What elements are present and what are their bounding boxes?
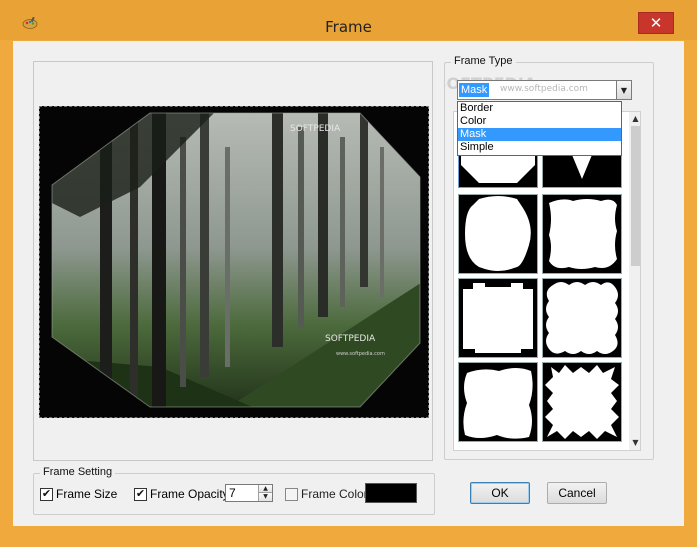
frame-size-check-box[interactable] — [40, 487, 53, 501]
frame-opacity-check-box[interactable] — [134, 487, 147, 501]
preview-image: SOFTPEDIA SOFTPEDIA www.softpedia.com — [39, 106, 429, 418]
opacity-spin-buttons: ▲ ▼ — [258, 485, 272, 501]
opacity-value[interactable]: 7 — [229, 486, 236, 500]
cancel-button[interactable]: Cancel — [547, 482, 607, 504]
close-button[interactable]: ✕ — [638, 12, 674, 34]
frame-opacity-checkbox[interactable]: Frame Opacity — [134, 487, 229, 501]
frame-size-checkbox[interactable]: Frame Size — [40, 487, 117, 501]
dialog-client-area: SOFTPEDIA SOFTPEDIA www.softpedia.com Fr… — [13, 41, 684, 526]
frame-type-dropdown-button[interactable]: ▼ — [616, 80, 632, 100]
frame-color-swatch[interactable] — [365, 483, 417, 503]
mask-thumbnail[interactable] — [542, 278, 622, 358]
thumbnail-scrollbar[interactable]: ▲ ▼ — [629, 112, 640, 450]
mask-thumbnail[interactable] — [458, 278, 538, 358]
frame-setting-group: Frame Setting Frame Size Frame Opacity 7… — [33, 466, 435, 515]
frame-type-option-simple[interactable]: Simple — [458, 141, 621, 154]
frame-color-checkbox[interactable]: Frame Color — [285, 487, 368, 501]
frame-type-option-color[interactable]: Color — [458, 115, 621, 128]
title-bar[interactable]: Frame ✕ — [0, 0, 697, 40]
close-icon: ✕ — [649, 14, 663, 32]
frame-size-label: Frame Size — [56, 487, 118, 501]
frame-type-combobox[interactable]: Mask www.softpedia.com ▼ — [457, 80, 632, 100]
mask-thumbnail-list[interactable]: ▲ ▼ — [453, 111, 641, 451]
frame-type-group: Frame Type SOFTPEDIA Mask www.softpedia.… — [444, 55, 654, 460]
opacity-spinner[interactable]: 7 ▲ ▼ — [225, 484, 273, 502]
spin-down-icon[interactable]: ▼ — [258, 493, 272, 501]
mask-thumbnail[interactable] — [458, 194, 538, 274]
spin-up-icon[interactable]: ▲ — [258, 485, 272, 493]
combo-watermark-url: www.softpedia.com — [500, 84, 588, 94]
chevron-down-icon: ▼ — [620, 85, 628, 95]
mask-thumbnail[interactable] — [542, 362, 622, 442]
frame-dialog: Frame ✕ SOFTPEDIA SOFTPEDIA www.softpedi… — [0, 0, 697, 547]
ok-button[interactable]: OK — [470, 482, 530, 504]
arrow-up-icon[interactable]: ▲ — [629, 112, 640, 126]
preview-watermark-bottom: SOFTPEDIA — [325, 334, 376, 344]
frame-color-check-box[interactable] — [285, 487, 298, 501]
preview-watermark-url: www.softpedia.com — [336, 351, 385, 357]
frame-setting-legend: Frame Setting — [40, 466, 116, 478]
frame-type-option-border[interactable]: Border — [458, 102, 621, 115]
frame-type-dropdown-list: Border Color Mask Simple — [457, 101, 622, 156]
forest-preview: SOFTPEDIA SOFTPEDIA www.softpedia.com — [40, 107, 428, 417]
frame-opacity-label: Frame Opacity — [150, 487, 229, 501]
frame-type-selected: Mask — [459, 83, 490, 97]
frame-color-label: Frame Color — [301, 487, 368, 501]
preview-panel: SOFTPEDIA SOFTPEDIA www.softpedia.com — [33, 61, 433, 461]
scrollbar-thumb[interactable] — [631, 126, 640, 266]
arrow-down-icon[interactable]: ▼ — [629, 436, 640, 450]
window-title: Frame — [325, 18, 372, 36]
frame-type-option-mask[interactable]: Mask — [458, 128, 621, 141]
mask-thumbnail[interactable] — [458, 362, 538, 442]
preview-watermark-top: SOFTPEDIA — [290, 124, 341, 134]
mask-thumbnail[interactable] — [542, 194, 622, 274]
